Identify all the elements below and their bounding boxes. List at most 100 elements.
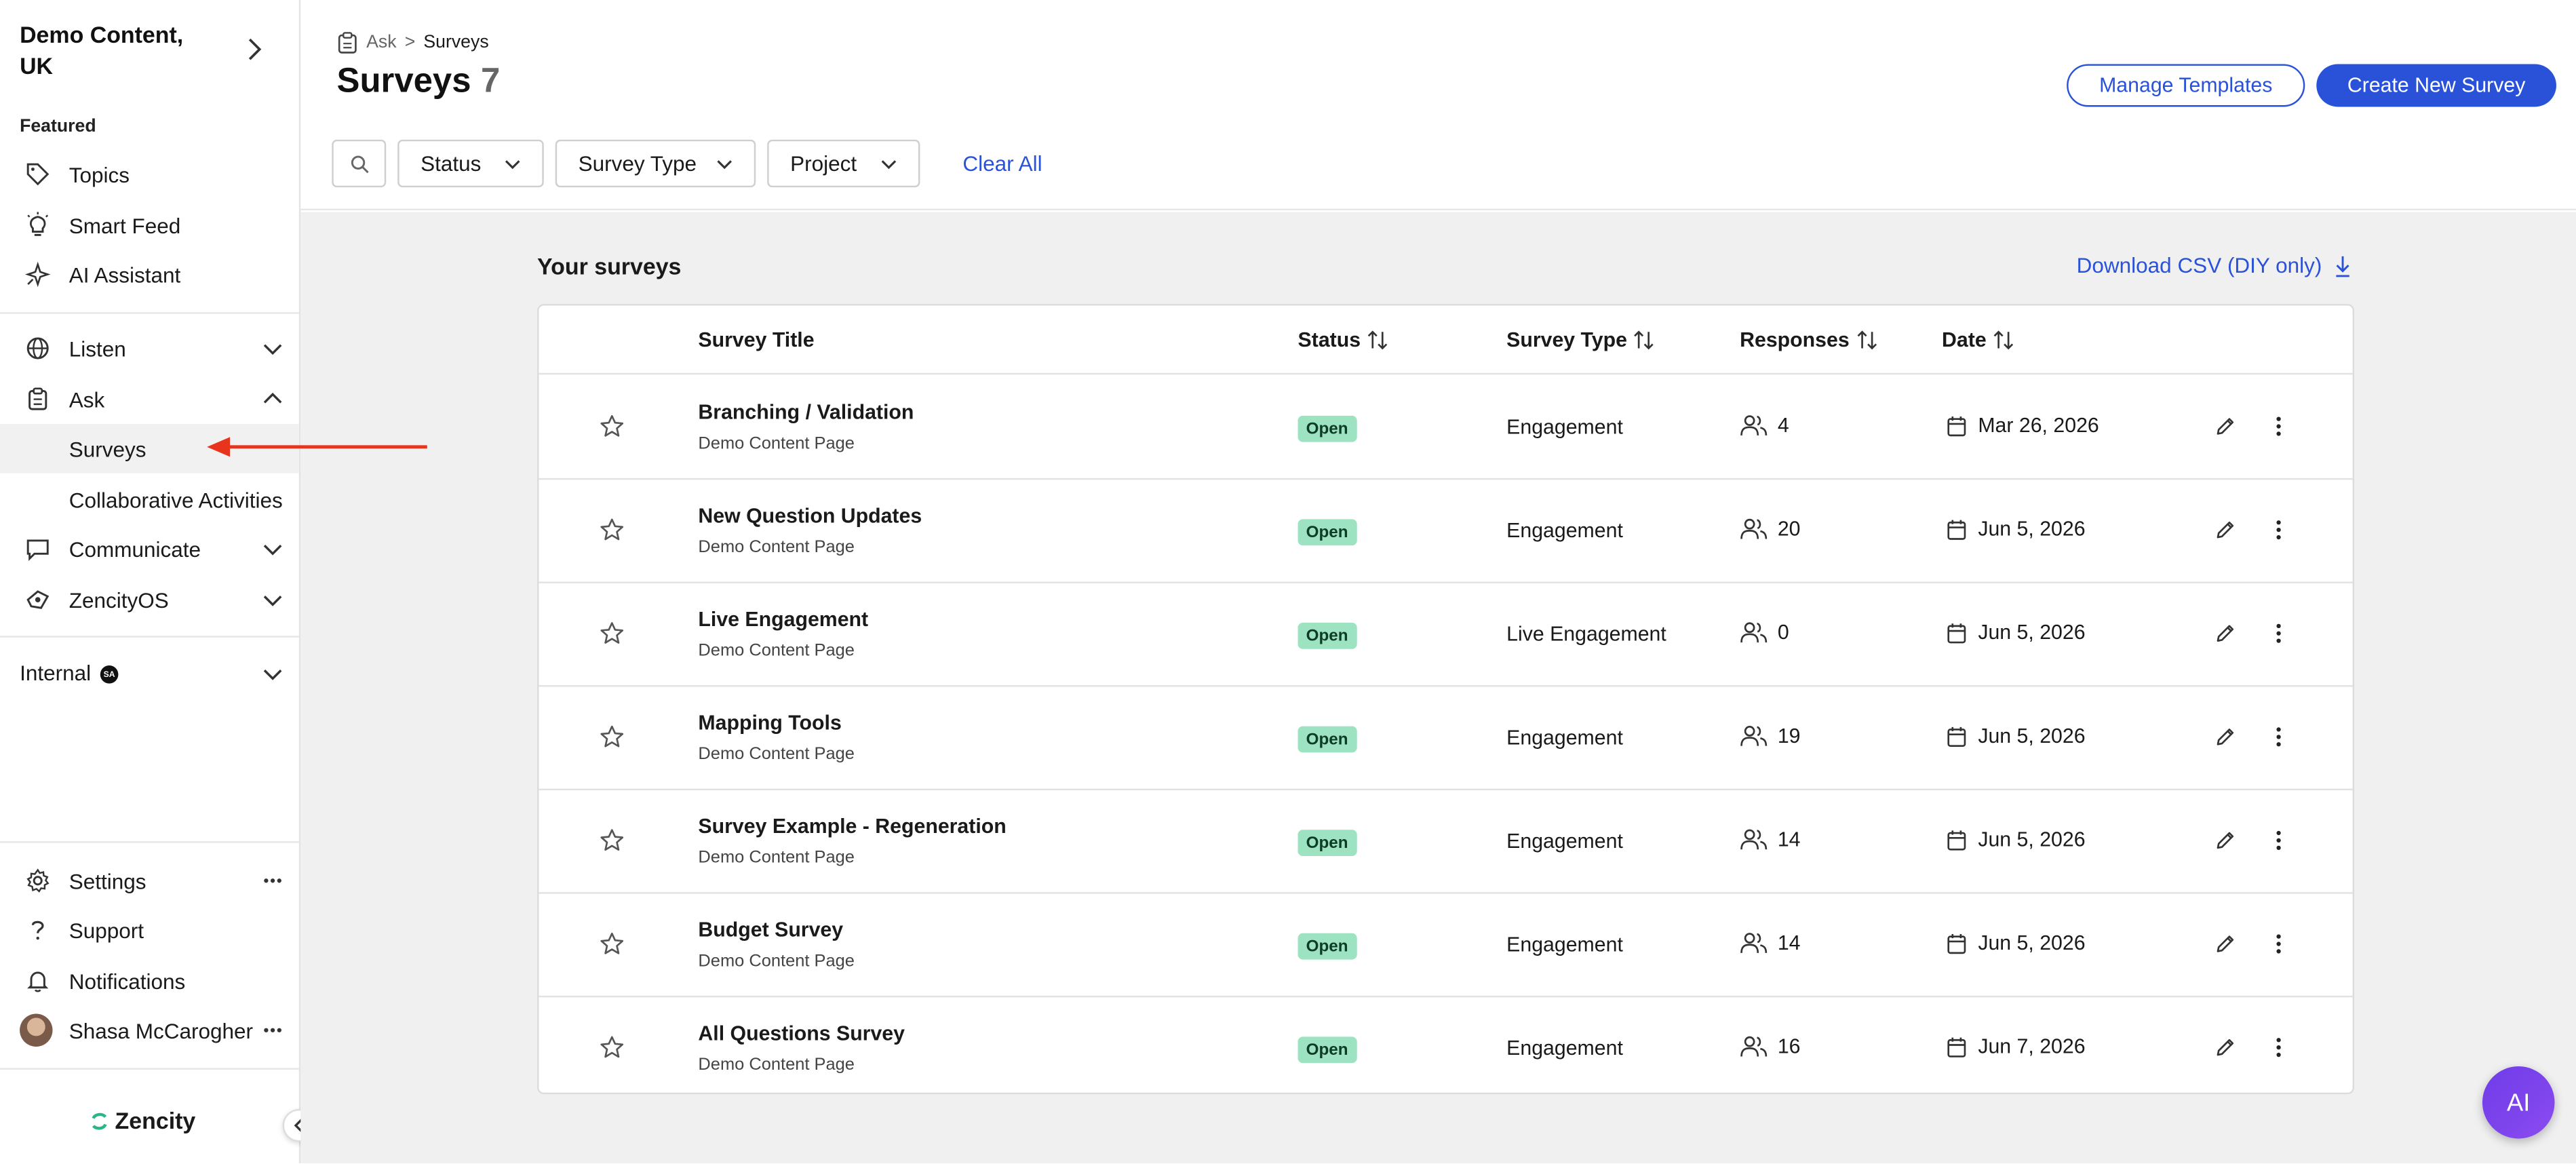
sidebar-item-settings[interactable]: Settings bbox=[0, 856, 299, 906]
survey-title[interactable]: Mapping Tools bbox=[698, 712, 841, 735]
survey-title[interactable]: All Questions Survey bbox=[698, 1022, 905, 1045]
chevron-down-icon[interactable] bbox=[261, 588, 284, 611]
survey-subtitle: Demo Content Page bbox=[698, 744, 855, 764]
survey-title[interactable]: Budget Survey bbox=[698, 918, 843, 942]
pencil-icon[interactable] bbox=[2214, 726, 2236, 748]
sidebar-item-support[interactable]: Support bbox=[0, 906, 299, 955]
table-row[interactable]: Survey Example - Regeneration Demo Conten… bbox=[539, 790, 2353, 894]
globe-icon bbox=[26, 337, 49, 360]
column-survey-title: Survey Title bbox=[698, 328, 815, 352]
download-csv-link[interactable]: Download CSV (DIY only) bbox=[2077, 253, 2351, 277]
zencity-logo[interactable]: Zencity bbox=[90, 1107, 196, 1134]
survey-title[interactable]: Live Engagement bbox=[698, 608, 868, 631]
status-badge: Open bbox=[1297, 415, 1357, 442]
sidebar-item-label: AI Assistant bbox=[69, 262, 181, 287]
sidebar-item-topics[interactable]: Topics bbox=[0, 149, 299, 199]
create-new-survey-button[interactable]: Create New Survey bbox=[2316, 64, 2556, 107]
search-icon bbox=[350, 155, 368, 173]
sidebar-item-zencityos[interactable]: ZencityOS bbox=[0, 575, 299, 625]
survey-title[interactable]: Survey Example - Regeneration bbox=[698, 815, 1006, 838]
star-icon[interactable] bbox=[600, 828, 624, 853]
responses: 14 bbox=[1740, 828, 1801, 851]
avatar[interactable] bbox=[20, 1013, 53, 1047]
table-row[interactable]: Branching / Validation Demo Content Page O… bbox=[539, 376, 2353, 480]
responses: 0 bbox=[1740, 621, 1789, 644]
star-icon[interactable] bbox=[600, 518, 624, 542]
status-filter[interactable]: Status bbox=[397, 139, 544, 188]
more-horizontal-icon[interactable] bbox=[261, 869, 284, 892]
more-vertical-icon[interactable] bbox=[2272, 828, 2285, 853]
column-status[interactable]: Status bbox=[1298, 328, 1389, 351]
table-row[interactable]: Live Engagement Demo Content Page Open Live… bbox=[539, 583, 2353, 687]
section-title: Your surveys bbox=[537, 253, 682, 279]
zencity-mark-icon bbox=[92, 1112, 107, 1129]
column-survey-type[interactable]: Survey Type bbox=[1506, 328, 1655, 351]
sidebar-item-listen[interactable]: Listen bbox=[0, 324, 299, 373]
sidebar-item-notifications[interactable]: Notifications bbox=[0, 956, 299, 1006]
logo-text: Zencity bbox=[115, 1107, 196, 1134]
breadcrumb-ask[interactable]: Ask bbox=[366, 33, 396, 52]
annotation-arrow-icon bbox=[207, 437, 427, 457]
more-vertical-icon[interactable] bbox=[2272, 414, 2285, 438]
chevron-up-icon[interactable] bbox=[261, 388, 284, 411]
download-icon bbox=[2337, 255, 2350, 277]
pencil-icon[interactable] bbox=[2214, 519, 2236, 540]
star-icon[interactable] bbox=[600, 621, 624, 646]
sidebar-item-smart-feed[interactable]: Smart Feed bbox=[0, 201, 299, 250]
responses: 19 bbox=[1740, 724, 1801, 748]
more-vertical-icon[interactable] bbox=[2272, 518, 2285, 542]
manage-templates-button[interactable]: Manage Templates bbox=[2067, 64, 2305, 107]
calendar-icon bbox=[1947, 1036, 1966, 1057]
more-horizontal-icon[interactable] bbox=[261, 1019, 284, 1042]
table-row[interactable]: All Questions Survey Demo Content Page Ope… bbox=[539, 997, 2352, 1092]
table-row[interactable]: Mapping Tools Demo Content Page Open Engage… bbox=[539, 686, 2353, 791]
column-responses[interactable]: Responses bbox=[1740, 328, 1877, 351]
star-icon[interactable] bbox=[600, 724, 624, 749]
star-icon[interactable] bbox=[600, 414, 624, 438]
sidebar-item-communicate[interactable]: Communicate bbox=[0, 524, 299, 574]
clipboard-icon bbox=[28, 387, 47, 410]
pencil-icon[interactable] bbox=[2214, 416, 2236, 437]
sidebar-item-label: Topics bbox=[69, 161, 130, 187]
survey-title[interactable]: New Question Updates bbox=[698, 505, 922, 528]
star-icon[interactable] bbox=[600, 1035, 624, 1060]
chevron-down-icon[interactable] bbox=[261, 537, 284, 560]
survey-title[interactable]: Branching / Validation bbox=[698, 401, 914, 424]
responses-count: 4 bbox=[1777, 414, 1789, 438]
more-vertical-icon[interactable] bbox=[2272, 621, 2285, 646]
clear-all-link[interactable]: Clear All bbox=[962, 151, 1042, 176]
sidebar-item-collaborative-activities[interactable]: Collaborative Activities bbox=[0, 475, 299, 524]
more-vertical-icon[interactable] bbox=[2272, 931, 2285, 956]
internal-label[interactable]: Internal bbox=[20, 661, 91, 685]
more-vertical-icon[interactable] bbox=[2272, 1035, 2285, 1060]
survey-type: Engagement bbox=[1506, 726, 1623, 750]
org-name: Demo Content, UK bbox=[20, 21, 184, 79]
sidebar-item-label: Listen bbox=[69, 336, 126, 361]
survey-date: Jun 7, 2026 bbox=[1947, 1035, 2086, 1058]
sidebar-item-label: Notifications bbox=[69, 968, 186, 994]
pencil-icon[interactable] bbox=[2214, 933, 2236, 954]
star-icon[interactable] bbox=[600, 931, 624, 956]
search-button[interactable] bbox=[332, 139, 387, 188]
pencil-icon[interactable] bbox=[2214, 623, 2236, 644]
survey-type-filter[interactable]: Survey Type bbox=[555, 139, 756, 188]
page-title-text: Surveys bbox=[336, 62, 471, 100]
pencil-icon[interactable] bbox=[2214, 1036, 2236, 1058]
pencil-icon[interactable] bbox=[2214, 830, 2236, 851]
chevron-right-icon[interactable] bbox=[243, 36, 266, 62]
sidebar-item-ask[interactable]: Ask bbox=[0, 374, 299, 424]
survey-subtitle: Demo Content Page bbox=[698, 433, 855, 454]
project-filter[interactable]: Project bbox=[767, 139, 920, 188]
table-row[interactable]: Budget Survey Demo Content Page Open Engage… bbox=[539, 894, 2353, 998]
sidebar: Demo Content, UK Featured Topics Smart F… bbox=[0, 0, 301, 1163]
chevron-down-icon bbox=[881, 160, 897, 170]
column-date[interactable]: Date bbox=[1942, 328, 2014, 351]
ai-assistant-button[interactable]: AI bbox=[2482, 1066, 2555, 1139]
more-vertical-icon[interactable] bbox=[2272, 724, 2285, 749]
table-row[interactable]: New Question Updates Demo Content Page Ope… bbox=[539, 480, 2353, 583]
chevron-down-icon[interactable] bbox=[261, 662, 284, 685]
status-badge: Open bbox=[1297, 933, 1357, 960]
sidebar-item-ai-assistant[interactable]: AI Assistant bbox=[0, 250, 299, 299]
survey-subtitle: Demo Content Page bbox=[698, 1055, 855, 1075]
chevron-down-icon[interactable] bbox=[261, 337, 284, 360]
